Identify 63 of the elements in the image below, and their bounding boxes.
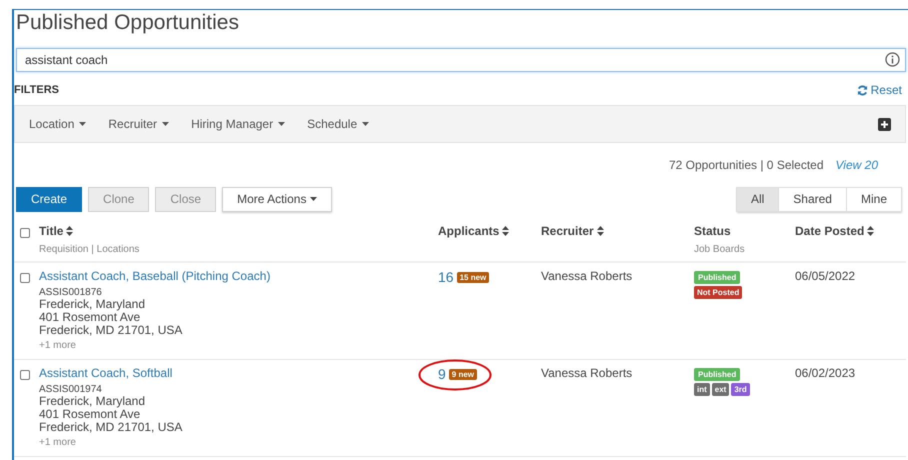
refresh-icon — [856, 84, 868, 96]
action-button[interactable]: More Actions — [222, 186, 332, 212]
job-title-link[interactable]: Assistant Coach, Softball — [39, 366, 172, 380]
search-field[interactable]: assistant coach — [16, 48, 906, 72]
location-line: 401 Rosemont Ave — [39, 408, 140, 421]
column-header[interactable]: Status — [694, 224, 731, 238]
view-count-link[interactable]: View 20 — [836, 158, 878, 174]
page-title: Published Opportunities — [15, 10, 240, 36]
recruiter-name: Vanessa Roberts — [541, 366, 634, 382]
filter-dropdown[interactable]: Recruiter — [108, 117, 170, 131]
add-icon[interactable] — [878, 118, 891, 130]
filter-dropdown[interactable]: Schedule — [307, 117, 370, 131]
caret-icon — [310, 197, 318, 201]
location-line: Frederick, MD 21701, USA — [39, 324, 184, 337]
requisition-id: ASSIS001974 — [39, 384, 103, 395]
scope-tab[interactable]: Shared — [778, 186, 847, 212]
job-board-tag: int — [694, 383, 710, 396]
status-badge: Published — [694, 368, 740, 381]
sort-icon[interactable] — [502, 226, 510, 236]
recruiter-name: Vanessa Roberts — [541, 269, 634, 285]
checkbox[interactable] — [20, 273, 30, 283]
job-title-link[interactable]: Assistant Coach, Baseball (Pitching Coach) — [39, 269, 270, 283]
caret-icon — [79, 122, 86, 126]
scope-tab[interactable]: Mine — [846, 186, 902, 212]
date-posted: 06/05/2022 — [795, 269, 856, 285]
column-header[interactable]: Applicants — [438, 224, 500, 238]
column-subheader: Requisition | Locations — [39, 244, 140, 255]
status-badge: Published — [694, 271, 740, 284]
location-line: 401 Rosemont Ave — [39, 311, 140, 324]
caret-icon — [362, 122, 370, 126]
job-board-tag: ext — [712, 383, 730, 396]
filter-dropdown[interactable]: Location — [29, 117, 86, 131]
info-icon[interactable] — [885, 52, 900, 67]
checkbox[interactable] — [20, 370, 30, 380]
sort-icon[interactable] — [66, 226, 74, 236]
column-subheader: Job Boards — [694, 244, 746, 255]
sort-icon[interactable] — [596, 226, 604, 236]
job-board-tag: 3rd — [731, 383, 750, 396]
caret-icon — [278, 122, 286, 126]
sort-icon[interactable] — [867, 226, 874, 236]
more-locations: +1 more — [39, 437, 77, 448]
new-badge: 15 new — [456, 272, 490, 283]
location-line: Frederick, MD 21701, USA — [39, 421, 184, 434]
column-header[interactable]: Recruiter — [541, 224, 594, 238]
filter-dropdown[interactable]: Hiring Manager — [191, 117, 286, 131]
checkbox[interactable] — [20, 228, 30, 238]
location-line: Frederick, Maryland — [39, 395, 146, 408]
job-board-tag: Not Posted — [694, 286, 742, 299]
new-badge: 9 new — [448, 369, 478, 380]
column-header[interactable]: Title — [39, 224, 64, 238]
column-header[interactable]: Date Posted — [795, 224, 864, 238]
action-button[interactable]: Create — [16, 186, 82, 212]
applicant-count[interactable]: 16 — [438, 269, 454, 285]
scope-tab[interactable]: All — [736, 186, 780, 212]
applicant-count[interactable]: 9 — [438, 366, 446, 382]
location-line: Frederick, Maryland — [39, 298, 146, 311]
opportunity-count: 72 Opportunities | 0 Selected — [668, 158, 824, 174]
caret-icon — [162, 122, 170, 126]
date-posted: 06/02/2023 — [795, 366, 856, 382]
requisition-id: ASSIS001876 — [39, 287, 103, 298]
more-locations: +1 more — [39, 340, 77, 351]
reset-link[interactable]: Reset — [856, 83, 902, 97]
filters-label: FILTERS — [14, 84, 60, 96]
